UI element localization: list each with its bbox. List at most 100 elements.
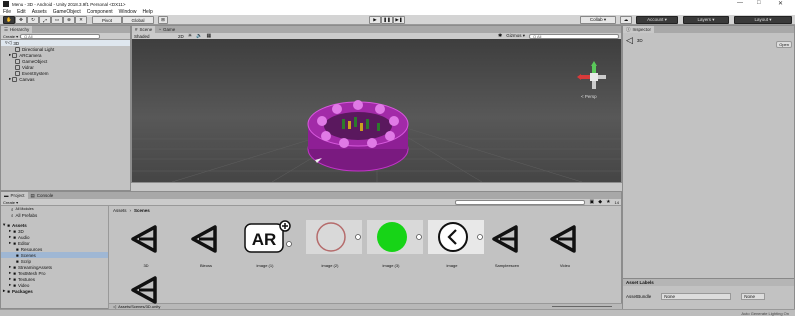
layers-button[interactable]: Layers ▾ — [683, 16, 729, 24]
expand-arrow-icon: ▸ — [9, 282, 12, 287]
maximize-button[interactable]: □ — [757, 0, 761, 6]
step-button[interactable]: ▶❚ — [393, 16, 405, 24]
menu-assets[interactable]: Assets — [32, 9, 47, 15]
hierarchy-subbar: Create ▾ Q All — [1, 33, 130, 40]
folder-icon: ■ — [13, 264, 16, 270]
search-icon: ⌕ — [11, 206, 14, 212]
folder-icon: ■ — [13, 270, 16, 276]
menu-gameobject[interactable]: GameObject — [53, 9, 81, 15]
asset-item[interactable]: image (3) — [367, 212, 423, 272]
unity-icon — [131, 225, 157, 253]
assetbundle-dropdown[interactable]: None — [661, 292, 732, 300]
breadcrumb-item[interactable]: Assets — [113, 208, 127, 213]
unity-icon — [131, 276, 157, 304]
info-icon: ⓘ — [626, 26, 631, 32]
hierarchy-create-button[interactable]: Create ▾ — [3, 34, 18, 39]
cloud-button[interactable]: ☁ — [620, 16, 632, 24]
layout-button[interactable]: Layout ▾ — [734, 16, 792, 24]
favorite-icon[interactable]: ★ — [606, 199, 610, 205]
asset-item[interactable]: Bleoss — [187, 212, 225, 272]
expand-arrow-icon: ▸ — [9, 76, 12, 81]
close-button[interactable]: ✕ — [778, 0, 783, 7]
menu-bar: File Edit Assets GameObject Component Wi… — [0, 8, 795, 15]
expand-arrow-icon: ▸ — [9, 240, 12, 245]
asset-item[interactable]: image (2) — [306, 212, 362, 272]
scale-tool-button[interactable]: ⤢ — [39, 16, 51, 24]
pause-button[interactable]: ❚❚ — [381, 16, 393, 24]
menu-edit[interactable]: Edit — [17, 9, 26, 15]
menu-component[interactable]: Component — [87, 9, 113, 15]
green-circle-icon — [367, 220, 423, 254]
menu-file[interactable]: File — [3, 9, 11, 15]
rotate-tool-button[interactable]: ↻ — [27, 16, 39, 24]
persp-label[interactable]: < Persp — [581, 94, 597, 99]
project-tree: ⌕ All Modules ⌕ All Prefabs ▾ ■ Assets ▸ ■ 3D … — [1, 206, 109, 309]
hierarchy-panel: ☰ Hierarchy Create ▾ Q All ▿◁ 3D Directio… — [0, 25, 131, 191]
pivot-toggle[interactable]: Pivot — [92, 16, 122, 24]
asset-item[interactable] — [127, 263, 165, 304]
ring-icon — [306, 220, 362, 254]
pacman-icon: ◔ — [158, 27, 161, 32]
folder-icon: ▬ — [4, 193, 9, 198]
global-toggle[interactable]: Global — [122, 16, 154, 24]
menu-help[interactable]: Help — [142, 9, 152, 15]
gameobject-icon — [15, 70, 20, 76]
zoom-slider[interactable] — [552, 306, 612, 307]
rect-tool-button[interactable]: ▭ — [51, 16, 63, 24]
custom-tool-button[interactable]: ✕ — [75, 16, 87, 24]
asset-item[interactable]: image — [428, 212, 484, 272]
scene-search-input[interactable]: Q All — [529, 33, 619, 39]
folder-icon: ■ — [7, 288, 10, 294]
search-icon: ⌕ — [11, 212, 14, 218]
unity-icon — [550, 225, 576, 253]
folder-icon: ■ — [16, 252, 19, 258]
scene-tabstrip: # Scene ◔ Game — [132, 26, 621, 33]
status-text: Auto Generate Lighting On — [741, 311, 789, 316]
asset-item[interactable]: AR image (1) — [243, 212, 293, 272]
tab-console[interactable]: ▤ Console — [27, 192, 57, 199]
tab-scene[interactable]: # Scene — [132, 26, 156, 33]
folder-icon: ■ — [7, 222, 10, 228]
2d-toggle[interactable]: 2D — [178, 34, 184, 39]
inspector-header: ◁ 3D Open — [623, 33, 794, 48]
tab-inspector[interactable]: ⓘ Inspector — [623, 26, 655, 33]
3d-ring-object[interactable] — [307, 100, 409, 172]
console-icon: ▤ — [30, 192, 35, 198]
expand-arrow-icon: ▾ — [3, 222, 6, 227]
account-button[interactable]: Account ▾ — [636, 16, 678, 24]
asset-item[interactable]: Sampleescen — [488, 212, 526, 272]
tree-folder-packages[interactable]: ▸ ■ Packages — [1, 288, 108, 294]
play-button[interactable]: ▶ — [369, 16, 381, 24]
snap-button[interactable]: ⊞ — [158, 16, 168, 24]
hierarchy-tabstrip: ☰ Hierarchy — [1, 26, 130, 33]
scene-viewport[interactable]: < Persp — [132, 39, 621, 182]
gameobject-icon — [15, 46, 20, 52]
unity-icon — [191, 225, 217, 253]
filter-type-icon[interactable]: ▣ — [589, 199, 594, 205]
move-tool-button[interactable]: ✥ — [15, 16, 27, 24]
gameobject-icon — [15, 58, 20, 64]
collab-button[interactable]: Collab ▾ — [580, 16, 616, 24]
title-bar: Menu - 3D - Android - Unity 2018.3.9f1 P… — [0, 0, 795, 8]
project-create-button[interactable]: Create ▾ — [3, 200, 18, 205]
shading-mode-dropdown[interactable]: Shaded — [134, 34, 174, 39]
folder-icon: ■ — [13, 228, 16, 234]
transform-tool-button[interactable]: ⊕ — [63, 16, 75, 24]
hierarchy-search-input[interactable]: Q All — [20, 33, 101, 39]
filter-label-icon[interactable]: ◆ — [598, 199, 602, 205]
gameobject-icon — [15, 64, 20, 70]
inspector-panel: ⓘ Inspector ◁ 3D Open Asset Labels AssetB… — [622, 25, 795, 316]
project-search-input[interactable] — [455, 199, 586, 205]
svg-text:AR: AR — [252, 230, 277, 249]
open-button[interactable]: Open — [776, 41, 792, 48]
menu-window[interactable]: Window — [119, 9, 137, 15]
tab-game[interactable]: ◔ Game — [155, 26, 179, 33]
tab-hierarchy[interactable]: ☰ Hierarchy — [1, 26, 33, 33]
hierarchy-item[interactable]: ▸ Canvas — [1, 76, 130, 82]
hand-tool-button[interactable]: ✋ — [3, 16, 15, 24]
minimize-button[interactable]: — — [737, 0, 743, 6]
tab-project[interactable]: ▬ Project — [1, 192, 28, 199]
variant-dropdown[interactable]: None — [741, 292, 766, 300]
back-arrow-icon — [428, 220, 484, 254]
asset-item[interactable]: Video — [546, 212, 584, 272]
